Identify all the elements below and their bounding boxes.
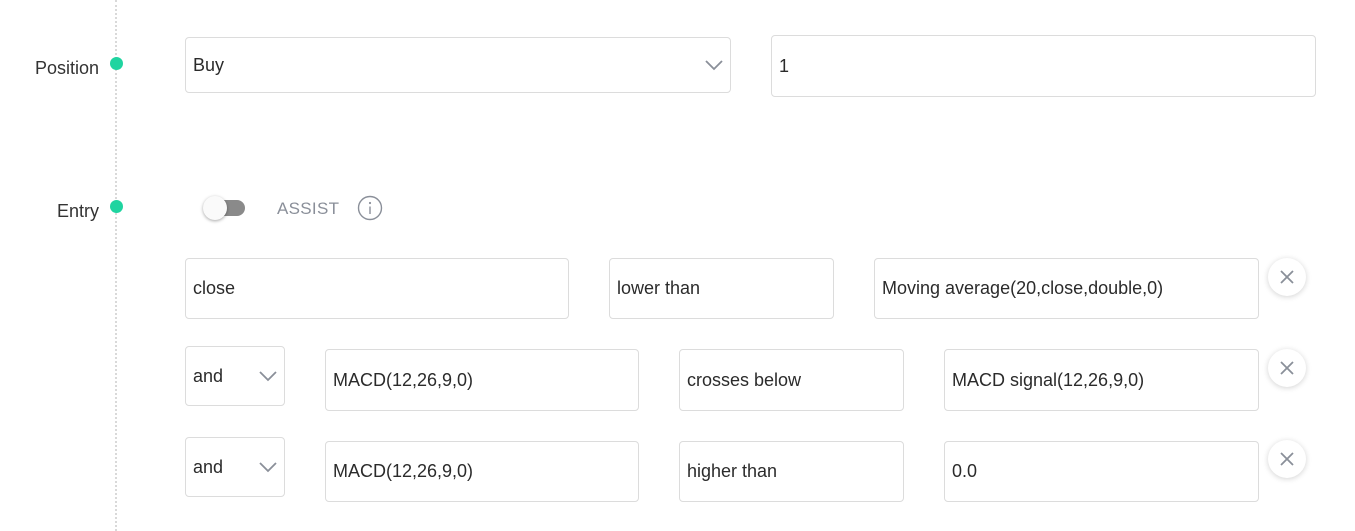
condition-3-join-value: and — [193, 456, 224, 477]
timeline-line — [115, 0, 117, 531]
condition-3-join-select[interactable]: and — [185, 437, 285, 497]
close-icon — [1280, 452, 1294, 466]
condition-3-left-input[interactable]: MACD(12,26,9,0) — [325, 441, 639, 502]
condition-3-right-input[interactable]: 0.0 — [944, 441, 1259, 502]
position-quantity-input[interactable]: 1 — [771, 35, 1316, 97]
condition-1-operator-select[interactable]: lower than — [609, 258, 834, 319]
condition-2-operator-value: crosses below — [687, 369, 802, 390]
position-direction-value: Buy — [193, 54, 225, 75]
chevron-down-icon — [259, 462, 277, 473]
info-icon[interactable] — [357, 195, 383, 221]
condition-1-remove-button[interactable] — [1268, 258, 1306, 296]
condition-2-right-input[interactable]: MACD signal(12,26,9,0) — [944, 349, 1259, 411]
condition-1-right-value: Moving average(20,close,double,0) — [882, 278, 1164, 298]
assist-toggle[interactable] — [203, 196, 245, 220]
condition-3-remove-button[interactable] — [1268, 440, 1306, 478]
condition-3-left-value: MACD(12,26,9,0) — [333, 461, 474, 481]
position-direction-select[interactable]: Buy — [185, 37, 731, 93]
condition-1-left-value: close — [193, 278, 236, 298]
position-label: Position — [35, 58, 100, 78]
condition-2-remove-button[interactable] — [1268, 349, 1306, 387]
close-icon — [1280, 270, 1294, 284]
condition-1-right-input[interactable]: Moving average(20,close,double,0) — [874, 258, 1259, 319]
entry-step-dot — [110, 200, 123, 213]
condition-1-left-input[interactable]: close — [185, 258, 569, 319]
condition-1-operator-value: lower than — [617, 278, 701, 298]
condition-2-left-value: MACD(12,26,9,0) — [333, 369, 474, 390]
chevron-down-icon — [259, 371, 277, 382]
condition-3-operator-value: higher than — [687, 461, 778, 481]
condition-3-operator-select[interactable]: higher than — [679, 441, 904, 502]
condition-2-left-input[interactable]: MACD(12,26,9,0) — [325, 349, 639, 411]
chevron-down-icon — [705, 60, 723, 71]
strategy-form: Position Buy 1 Entry ASSIST close lower … — [0, 0, 1355, 531]
condition-2-join-value: and — [193, 365, 224, 386]
condition-2-join-select[interactable]: and — [185, 346, 285, 406]
assist-toggle-knob — [203, 196, 227, 220]
assist-label: ASSIST — [277, 199, 340, 218]
position-quantity-value: 1 — [779, 55, 790, 76]
condition-3-right-value: 0.0 — [952, 461, 978, 481]
condition-2-right-value: MACD signal(12,26,9,0) — [952, 369, 1145, 390]
position-step-dot — [110, 57, 123, 70]
condition-2-operator-select[interactable]: crosses below — [679, 349, 904, 411]
entry-label: Entry — [57, 201, 100, 221]
close-icon — [1280, 361, 1294, 375]
